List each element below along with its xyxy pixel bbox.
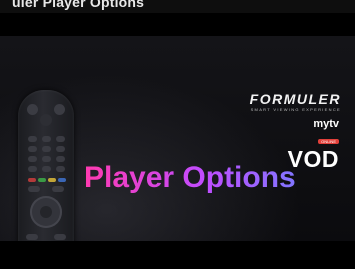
center-top-button-icon bbox=[40, 114, 52, 126]
mytv-badge: ONLINE bbox=[318, 139, 339, 144]
video-frame[interactable]: FORMULER SMART VIEWING EXPERIENCE mytv O… bbox=[0, 36, 355, 241]
remote-key bbox=[28, 166, 37, 172]
remote-key bbox=[56, 156, 65, 162]
brand-tagline: SMART VIEWING EXPERIENCE bbox=[250, 107, 341, 112]
mytv-label: mytv bbox=[313, 118, 339, 130]
video-title: uler Player Options bbox=[12, 0, 145, 10]
remote-key bbox=[56, 146, 65, 152]
mytv-logo: mytv ONLINE bbox=[313, 118, 339, 148]
blue-key bbox=[58, 178, 66, 182]
video-thumbnail[interactable]: uler Player Options FORMULER SMART VIEWI… bbox=[0, 0, 355, 269]
remote-key bbox=[42, 166, 51, 172]
brand-name: FORMULER bbox=[249, 91, 341, 107]
dpad-icon bbox=[30, 196, 62, 228]
remote-key bbox=[28, 136, 37, 142]
red-key bbox=[28, 178, 36, 182]
remote-key bbox=[42, 136, 51, 142]
yellow-key bbox=[48, 178, 56, 182]
remote-control-image bbox=[18, 90, 74, 241]
title-strip: uler Player Options bbox=[0, 0, 355, 13]
remote-key bbox=[28, 156, 37, 162]
remote-key bbox=[56, 136, 65, 142]
remote-key bbox=[28, 186, 40, 192]
brand-logo: FORMULER SMART VIEWING EXPERIENCE bbox=[211, 92, 341, 113]
mic-button-icon bbox=[54, 104, 65, 115]
power-button-icon bbox=[27, 104, 38, 115]
remote-key bbox=[54, 234, 66, 240]
player-options-heading: Player Options bbox=[84, 160, 346, 196]
green-key bbox=[38, 178, 46, 182]
remote-key bbox=[28, 146, 37, 152]
remote-key bbox=[52, 186, 64, 192]
remote-key bbox=[56, 166, 65, 172]
remote-key bbox=[42, 146, 51, 152]
remote-key bbox=[42, 156, 51, 162]
remote-key bbox=[26, 234, 38, 240]
